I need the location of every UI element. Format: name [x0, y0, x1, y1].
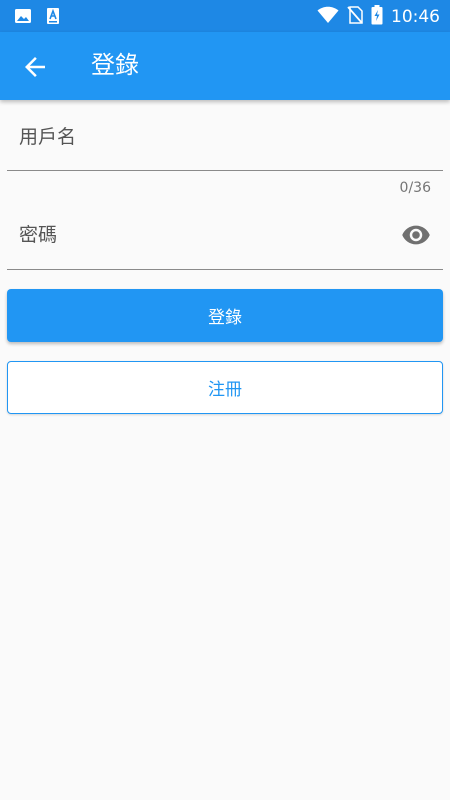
status-time: 10:46 [391, 7, 440, 27]
status-left-icons [14, 7, 60, 29]
password-field-container [7, 220, 443, 270]
login-button[interactable]: 登錄 [7, 289, 443, 342]
app-bar: 登錄 [0, 32, 450, 100]
username-input[interactable] [19, 122, 389, 152]
status-bar: 10:46 [0, 0, 450, 32]
wifi-icon [317, 6, 339, 28]
eye-icon [402, 225, 430, 245]
password-input[interactable] [19, 220, 389, 250]
register-button[interactable]: 注冊 [7, 361, 443, 414]
login-form: 0/36 登錄 注冊 [0, 100, 450, 800]
page-title: 登錄 [91, 51, 139, 79]
login-button-label: 登錄 [208, 308, 242, 328]
no-sim-icon [347, 6, 363, 28]
password-underline [7, 269, 443, 270]
status-right-icons: 10:46 [317, 5, 440, 29]
back-button[interactable] [20, 52, 50, 82]
battery-charging-icon [371, 5, 383, 29]
image-icon [14, 8, 32, 28]
password-visibility-toggle[interactable] [401, 220, 431, 250]
register-button-label: 注冊 [208, 380, 242, 400]
username-field-container [7, 122, 443, 172]
app-a-icon [46, 7, 60, 29]
arrow-back-icon [25, 57, 45, 77]
username-counter: 0/36 [399, 180, 431, 196]
username-underline [7, 170, 443, 171]
